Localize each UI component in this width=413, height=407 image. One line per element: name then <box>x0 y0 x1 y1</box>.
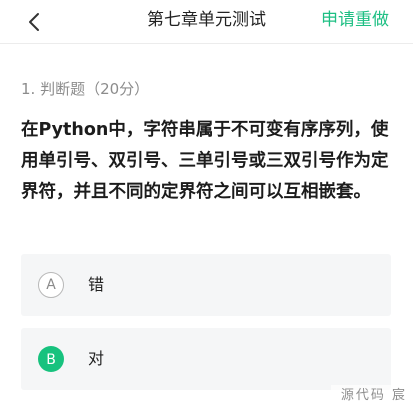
question-meta: 1. 判断题（20分） <box>21 80 150 98</box>
option-b[interactable]: B 对 <box>21 328 391 390</box>
question-text: 在Python中，字符串属于不可变有序序列，使用单引号、双引号、三单引号或三双引… <box>21 120 389 202</box>
back-button[interactable] <box>18 6 50 38</box>
option-a-letter: A <box>38 272 64 298</box>
option-b-label: 对 <box>88 349 105 368</box>
chevron-left-icon <box>29 13 39 31</box>
watermark: 源代码 宸 <box>330 385 413 407</box>
option-b-letter: B <box>38 346 64 372</box>
top-bar: 第七章单元测试 申请重做 <box>0 0 413 44</box>
option-a-label: 错 <box>88 275 105 294</box>
question-content: 1. 判断题（20分） 在Python中，字符串属于不可变有序序列，使用单引号、… <box>0 44 413 407</box>
request-redo-button[interactable]: 申请重做 <box>321 0 389 44</box>
app-root: 第七章单元测试 申请重做 1. 判断题（20分） 在Python中，字符串属于不… <box>0 0 413 407</box>
option-a[interactable]: A 错 <box>21 254 391 316</box>
